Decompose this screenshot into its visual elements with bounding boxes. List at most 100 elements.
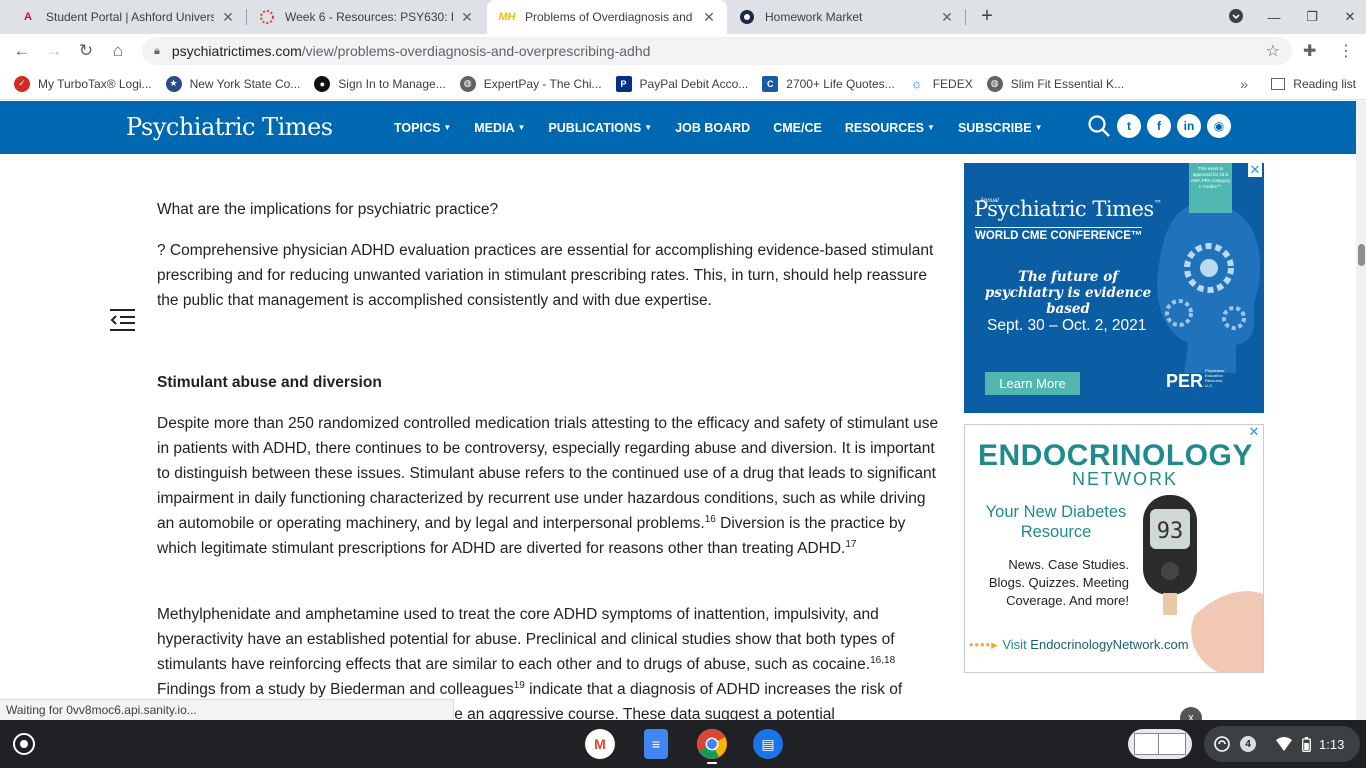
tab-strip: A Student Portal | Ashford University ✕ … xyxy=(0,0,1366,34)
address-bar[interactable]: 🔒︎ psychiatrictimes.com/view/problems-ov… xyxy=(142,37,1292,65)
canvas-logo-icon xyxy=(259,9,275,25)
per-logo-subtext: Physicians' Education Resource, LLC xyxy=(1205,368,1225,388)
tab-close-icon[interactable]: ✕ xyxy=(939,9,955,26)
browser-menu-icon[interactable]: ⋮ xyxy=(1338,41,1354,61)
back-arrow-icon[interactable]: ← xyxy=(12,41,32,61)
ad-brand: Psychiatric Times™ xyxy=(974,197,1162,221)
bookmark-paypal[interactable]: P PayPal Debit Acco... xyxy=(615,75,749,92)
footnote-ref[interactable]: 16,18 xyxy=(870,655,895,666)
ad-tagline: The future of psychiatry is evidence bas… xyxy=(984,269,1152,317)
extensions-puzzle-icon[interactable]: ✚ xyxy=(1303,41,1316,61)
article-paragraph: ? Comprehensive physician ADHD evaluatio… xyxy=(157,242,934,309)
collapse-sidebar-icon[interactable] xyxy=(110,308,135,332)
minimize-icon[interactable]: — xyxy=(1266,10,1282,25)
reading-list-label: Reading list xyxy=(1293,76,1356,91)
thumbnail xyxy=(1158,733,1186,755)
ad-close-icon[interactable]: ✕ xyxy=(1248,163,1262,177)
launcher-button[interactable] xyxy=(13,733,35,755)
psychiatric-times-logo[interactable]: Psychiatric Times xyxy=(126,113,333,141)
visit-domain: EndocrinologyNetwork.com xyxy=(1030,637,1189,652)
close-window-icon[interactable]: ✕ xyxy=(1342,9,1358,25)
messages-app-icon[interactable]: ▤ xyxy=(753,729,783,759)
tab-homework-market[interactable]: Homework Market ✕ xyxy=(727,0,965,34)
url-host: psychiatrictimes.com xyxy=(171,43,302,59)
article-paragraph: Despite more than 250 randomized control… xyxy=(157,411,947,561)
tab-close-icon[interactable]: ✕ xyxy=(459,9,475,26)
footnote-ref[interactable]: 16 xyxy=(705,514,716,525)
learn-more-button[interactable]: Learn More xyxy=(985,372,1080,395)
bookmark-star-icon[interactable]: ☆ xyxy=(1266,41,1280,61)
bookmark-turbotax[interactable]: ✓ My TurboTax® Logi... xyxy=(14,75,152,92)
dotted-arrow-icon: ••••▸ xyxy=(969,637,999,652)
bookmark-label: PayPal Debit Acco... xyxy=(639,76,749,91)
bookmark-fedex[interactable]: ☼ FEDEX xyxy=(908,75,973,92)
tab-overdiagnosis-article[interactable]: MH Problems of Overdiagnosis and Overpre… xyxy=(487,0,727,34)
reading-list-button[interactable]: Reading list xyxy=(1271,77,1356,91)
caret-down-icon: ▼ xyxy=(927,122,935,132)
nav-publications[interactable]: PUBLICATIONS ▼ xyxy=(548,121,652,135)
linkedin-icon[interactable]: in xyxy=(1177,114,1201,138)
bookmark-slim-fit[interactable]: ◍ Slim Fit Essential K... xyxy=(986,75,1124,92)
tab-close-icon[interactable]: ✕ xyxy=(701,9,717,26)
tab-week6-resources[interactable]: Week 6 - Resources: PSY630: Psychopharma… xyxy=(247,0,485,34)
bookmark-life-quotes[interactable]: C 2700+ Life Quotes... xyxy=(762,75,895,92)
status-bubble: Waiting for 0vv8moc6.api.sanity.io... xyxy=(0,699,454,720)
google-docs-app-icon[interactable]: ≡ xyxy=(644,729,668,759)
lightbulb-icon: ☼ xyxy=(908,75,925,92)
nav-media[interactable]: MEDIA ▼ xyxy=(474,121,525,135)
nav-label: MEDIA xyxy=(474,120,515,135)
tab-student-portal[interactable]: A Student Portal | Ashford University ✕ xyxy=(8,0,246,34)
reload-icon[interactable]: ↻ xyxy=(76,41,96,61)
bookmark-nys[interactable]: ★ New York State Co... xyxy=(165,75,300,92)
twitter-icon[interactable]: t xyxy=(1117,114,1141,138)
nav-label: PUBLICATIONS xyxy=(548,120,642,135)
cme-credit-badge: This event is approved for 18.5 AMA PRA … xyxy=(1189,163,1232,213)
nav-resources[interactable]: RESOURCES ▼ xyxy=(845,121,935,135)
chrome-app-icon[interactable] xyxy=(697,729,727,759)
ad-close-icon[interactable]: ✕ xyxy=(1247,425,1261,439)
search-icon[interactable] xyxy=(1087,114,1111,138)
psychiatric-times-conference-ad[interactable]: This event is approved for 18.5 AMA PRA … xyxy=(964,163,1264,413)
home-icon[interactable]: ⌂ xyxy=(108,41,128,61)
nav-label: CME/CE xyxy=(773,120,822,135)
paragraph-text: Methylphenidate and amphetamine used to … xyxy=(157,606,895,673)
holding-space-thumbnails[interactable] xyxy=(1128,729,1192,759)
lock-icon[interactable]: 🔒︎ xyxy=(154,45,160,58)
bookmark-label: 2700+ Life Quotes... xyxy=(786,76,895,91)
caret-down-icon: ▼ xyxy=(644,122,653,132)
clock-time: 1:13 xyxy=(1319,736,1345,752)
nav-job-board[interactable]: JOB BOARD xyxy=(675,121,750,135)
ad-conference-title: WORLD CME CONFERENCE™ xyxy=(975,227,1143,242)
globe-icon: ◍ xyxy=(459,75,476,92)
endocrinology-network-ad[interactable]: ✕ ENDOCRINOLOGY NETWORK Your New Diabete… xyxy=(964,424,1264,673)
footnote-ref[interactable]: 17 xyxy=(845,539,856,550)
nav-label: TOPICS xyxy=(394,120,441,135)
restore-icon[interactable]: ❐ xyxy=(1304,9,1320,25)
page-scrollbar[interactable] xyxy=(1356,101,1366,720)
forward-arrow-icon[interactable]: → xyxy=(44,41,64,61)
os-shelf: M ≡ ▤ 4 1:13 xyxy=(0,720,1366,768)
nav-cme-ce[interactable]: CME/CE xyxy=(773,121,822,135)
ad-brand-text: Psychiatric Times xyxy=(974,197,1154,221)
rss-icon[interactable]: ◉ xyxy=(1207,114,1231,138)
ad-feature-list: News. Case Studies. Blogs. Quizzes. Meet… xyxy=(988,557,1129,608)
scrollbar-thumb[interactable] xyxy=(1358,244,1365,266)
ad-visit-link[interactable]: ••••▸ Visit EndocrinologyNetwork.com xyxy=(969,637,1189,653)
ad-dates: Sept. 30 – Oct. 2, 2021 xyxy=(987,317,1147,334)
footnote-ref[interactable]: 19 xyxy=(514,680,525,691)
gmail-app-icon[interactable]: M xyxy=(585,729,615,759)
nav-subscribe[interactable]: SUBSCRIBE ▼ xyxy=(958,121,1043,135)
gear-head-graphic xyxy=(1157,203,1261,373)
nav-topics[interactable]: TOPICS ▼ xyxy=(394,121,451,135)
bookmark-sign-in[interactable]: ● Sign In to Manage... xyxy=(314,75,446,92)
visit-prefix: Visit xyxy=(1002,637,1031,652)
new-tab-button[interactable]: + xyxy=(976,5,998,27)
paragraph-text: Findings from a study by Biederman and c… xyxy=(157,681,514,698)
status-tray[interactable]: 4 1:13 xyxy=(1204,726,1360,762)
ad-brand: ENDOCRINOLOGY xyxy=(978,439,1253,472)
facebook-icon[interactable]: f xyxy=(1147,114,1171,138)
bookmarks-overflow-button[interactable]: » xyxy=(1240,76,1248,92)
tab-search-icon[interactable] xyxy=(1228,8,1244,27)
bookmark-expertpay[interactable]: ◍ ExpertPay - The Chi... xyxy=(459,75,602,92)
tab-close-icon[interactable]: ✕ xyxy=(220,9,236,26)
